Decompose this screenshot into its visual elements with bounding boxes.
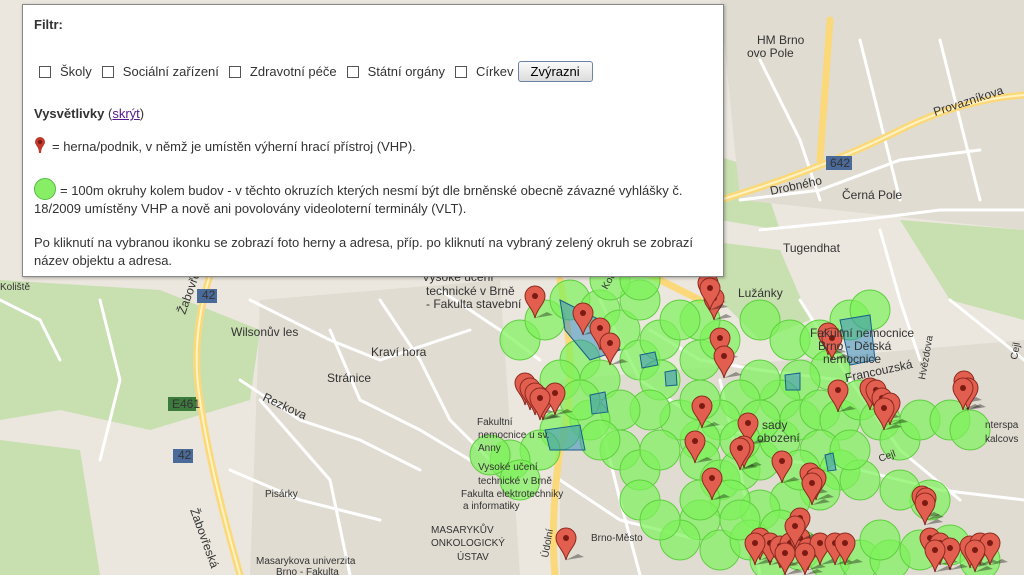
map-label: Brno-Město [591, 533, 643, 544]
map-label: Wilsonův les [231, 325, 298, 339]
checkbox[interactable] [454, 65, 467, 78]
checkbox[interactable] [346, 65, 359, 78]
exclusion-circle[interactable] [659, 299, 701, 341]
map-label: Brno - Dětská [818, 339, 892, 353]
map-label: ÚSTAV [457, 550, 489, 563]
green-circle-icon [34, 178, 56, 200]
legend-note: Po kliknutí na vybranou ikonku se zobraz… [34, 235, 694, 268]
map-label: Tugendhat [783, 241, 841, 255]
filter-label: Státní orgány [367, 64, 445, 79]
map-label: Masarykova univerzita [256, 556, 356, 567]
checkbox[interactable] [39, 65, 51, 78]
filter-zdravotni[interactable]: Zdravotní péče [228, 64, 337, 79]
legend-title: Vysvětlivky (skrýt) [34, 106, 144, 121]
map-label: nemocnice [823, 352, 881, 366]
map-label: E461 [172, 397, 200, 411]
legend-circle-row: = 100m okruhy kolem budov - v těchto okr… [34, 178, 714, 218]
map-label: MASARYKŮV [431, 523, 494, 536]
legend-circle-text: = 100m okruhy kolem budov - v těchto okr… [34, 183, 683, 216]
map-label: Černá Pole [842, 187, 902, 202]
map-label: - Fakulta stavební [426, 297, 522, 311]
map-pin-icon [35, 137, 45, 153]
exclusion-circle[interactable] [639, 429, 681, 471]
legend-marker-row: = herna/podnik, v němž je umístěn výhern… [34, 137, 416, 154]
map-label: Brno - Fakulta [276, 567, 339, 575]
map-label: Kraví hora [371, 345, 427, 359]
filter-label: Školy [60, 64, 92, 79]
filter-title: Filtr: [34, 17, 63, 32]
filter-socialni[interactable]: Sociální zařízení [101, 64, 219, 79]
map-label: ONKOLOGICKÝ [431, 536, 505, 549]
map-label: obození [757, 431, 800, 445]
map-label: Anny [478, 443, 501, 454]
filter-label: Církev [475, 64, 514, 79]
map-label: Lužánky [738, 286, 783, 300]
map-label: nterspa [985, 420, 1019, 431]
filter-cirkev[interactable]: Církev [454, 64, 514, 79]
map-label: 42 [202, 288, 216, 302]
map-label: Fakultní [477, 417, 513, 428]
filter-skoly[interactable]: Školy [39, 64, 92, 79]
filter-statni[interactable]: Státní orgány [346, 64, 445, 79]
map-label: Koliště [0, 282, 30, 293]
filter-panel: Filtr: Školy Sociální zařízení Zdravotní… [22, 4, 724, 277]
filter-label: Zdravotní péče [249, 64, 337, 79]
exclusion-circle[interactable] [949, 409, 991, 451]
checkbox[interactable] [101, 65, 114, 78]
exclusion-circle[interactable] [859, 519, 901, 561]
map-label: sady [762, 418, 787, 432]
map-label: nemocnice u sv. [478, 430, 550, 441]
map-label: ovo Pole [747, 46, 794, 60]
map-label: kalcovs [985, 434, 1018, 445]
legend-toggle-close: ) [139, 106, 145, 121]
checkbox[interactable] [228, 65, 241, 78]
map-label: Pisárky [265, 489, 298, 500]
filter-label: Sociální zařízení [122, 64, 219, 79]
legend-hide-link[interactable]: skrýt [112, 106, 139, 121]
map-label: technické v Brně [426, 284, 515, 298]
exclusion-circle[interactable] [579, 419, 621, 461]
map-label: 642 [830, 156, 850, 170]
map-label: Fakultní nemocnice [810, 326, 914, 340]
legend-heading: Vysvětlivky [34, 106, 105, 121]
map-label: Stránice [327, 371, 371, 385]
filter-checkboxes: Školy Sociální zařízení Zdravotní péče S… [39, 61, 593, 82]
exclusion-circle[interactable] [829, 429, 871, 471]
highlight-button[interactable]: Zvýrazni [517, 61, 593, 82]
map-label: technické v Brně [478, 476, 552, 487]
map-label: Vysoké učení [478, 462, 538, 473]
map-label: HM Brno [757, 33, 805, 47]
map-label: Fakulta elektrotechniky [461, 489, 563, 500]
map-label: 42 [178, 448, 192, 462]
map-label: a informatiky [463, 501, 520, 512]
exclusion-circle[interactable] [639, 499, 681, 541]
legend-marker-text: = herna/podnik, v němž je umístěn výhern… [52, 139, 416, 154]
